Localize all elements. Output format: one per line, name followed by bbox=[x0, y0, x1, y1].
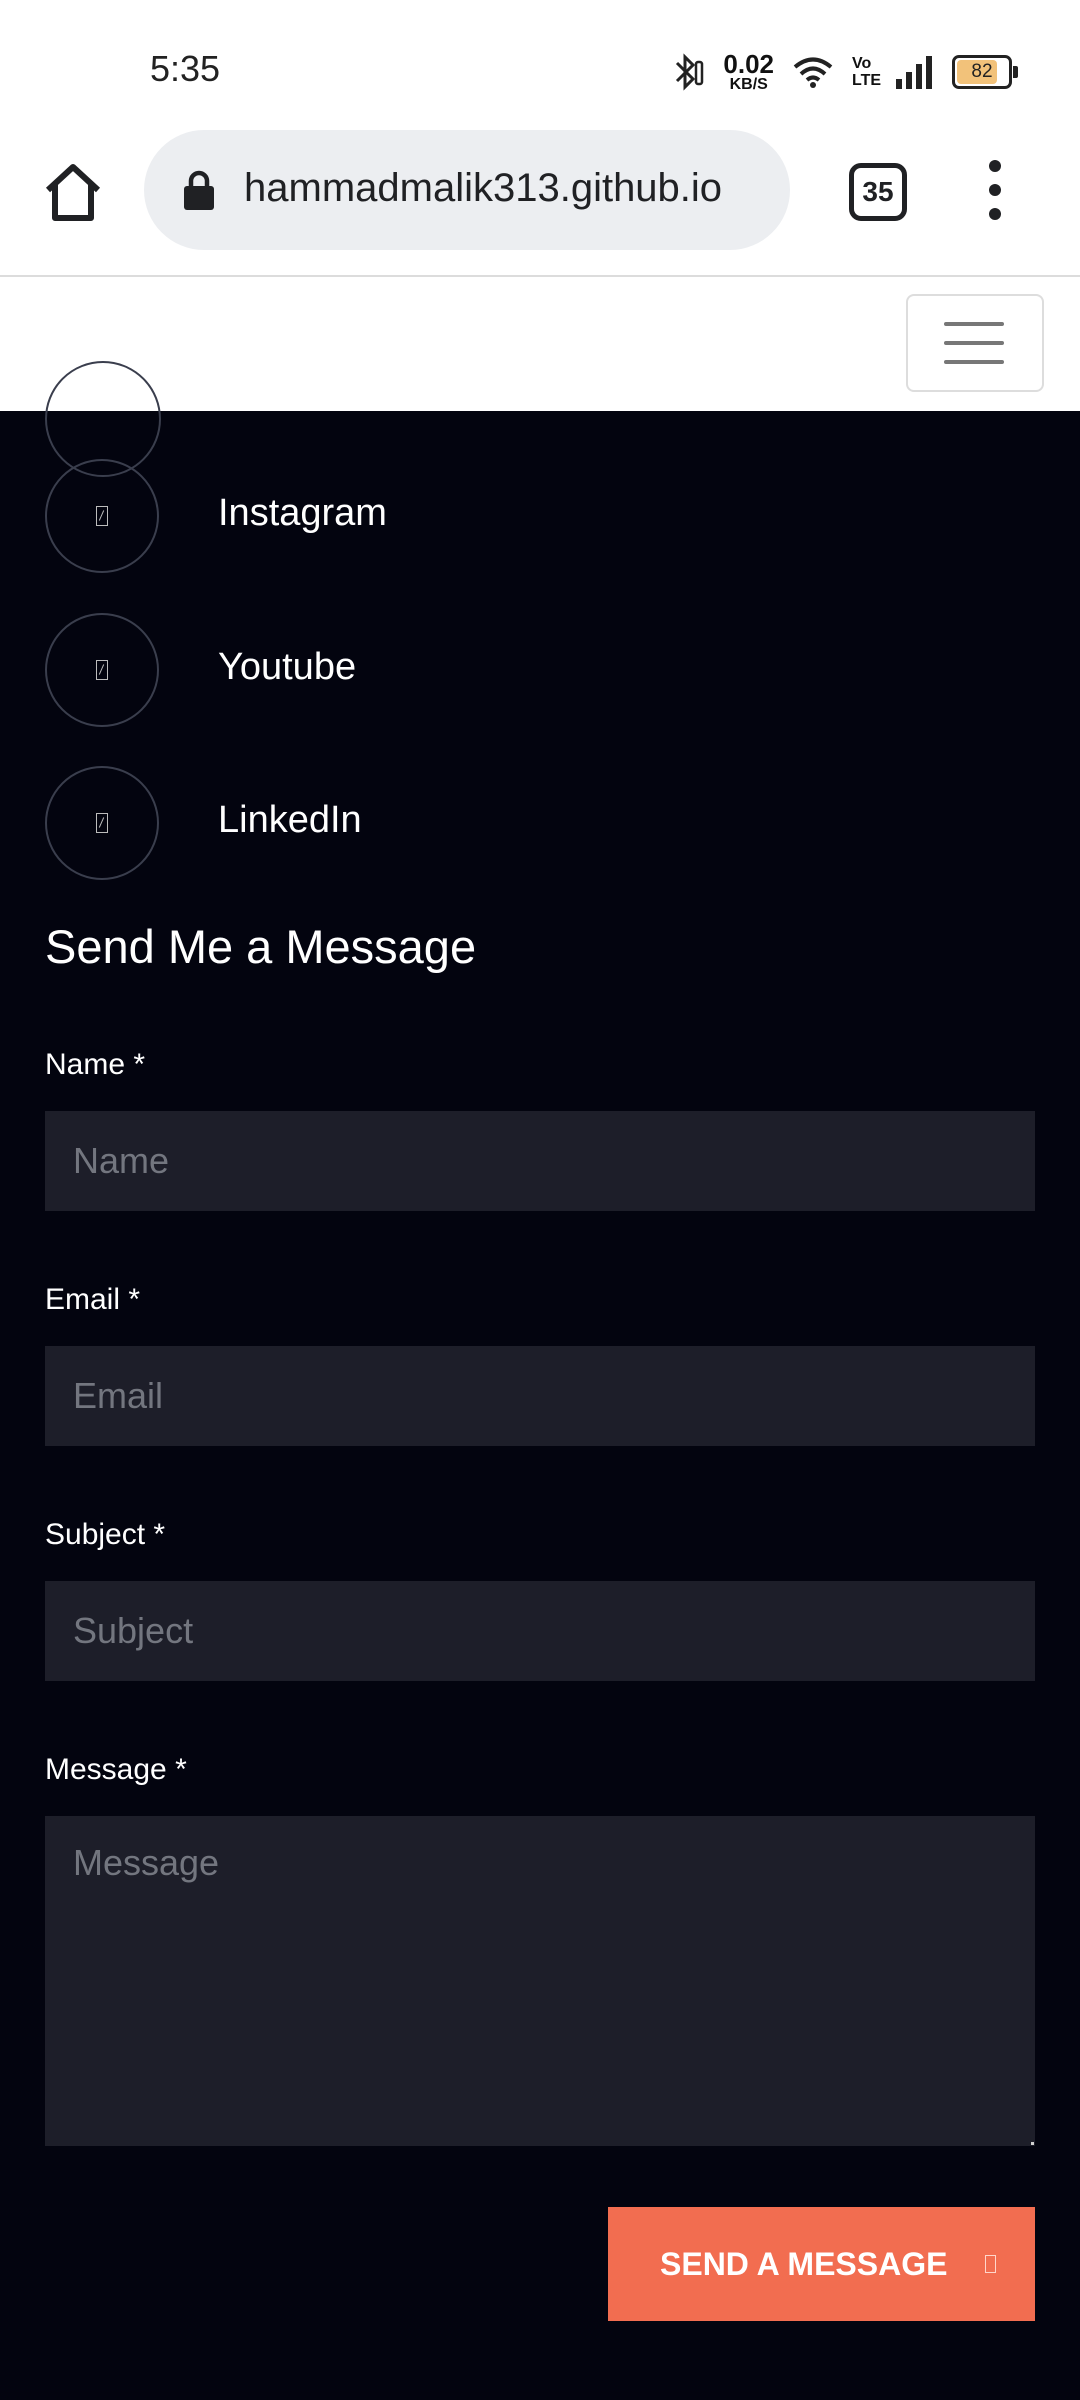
site-navbar bbox=[0, 277, 1080, 411]
missing-glyph-icon bbox=[96, 506, 108, 526]
browser-toolbar: hammadmalik313.github.io 35 bbox=[0, 130, 1080, 277]
missing-glyph-icon bbox=[96, 660, 108, 680]
form-title: Send Me a Message bbox=[45, 920, 477, 973]
wifi-icon bbox=[793, 57, 833, 88]
message-label: Message * bbox=[45, 1753, 187, 1786]
battery-cap bbox=[1013, 66, 1018, 78]
network-speed: 0.02 KB/S bbox=[723, 51, 774, 93]
menu-dot bbox=[989, 184, 1001, 196]
subject-input[interactable] bbox=[45, 1581, 1035, 1681]
instagram-icon[interactable] bbox=[45, 459, 159, 573]
tab-switcher-button[interactable]: 35 bbox=[849, 163, 907, 221]
status-time: 5:35 bbox=[150, 48, 221, 89]
social-label[interactable]: Youtube bbox=[218, 646, 356, 689]
battery-level: 82 bbox=[971, 61, 993, 82]
more-options-icon[interactable] bbox=[978, 160, 1012, 220]
send-arrow-icon bbox=[985, 2255, 997, 2273]
menu-dot bbox=[989, 208, 1001, 220]
textarea-resize-handle[interactable] bbox=[1031, 2142, 1034, 2145]
social-link-instagram[interactable]: Instagram bbox=[45, 459, 945, 573]
missing-glyph-icon bbox=[96, 813, 108, 833]
name-label: Name * bbox=[45, 1048, 146, 1081]
social-label[interactable]: Instagram bbox=[218, 492, 387, 535]
battery-indicator: 82 bbox=[952, 55, 1018, 89]
email-input[interactable] bbox=[45, 1346, 1035, 1446]
message-textarea[interactable] bbox=[45, 1816, 1035, 2146]
network-speed-unit: KB/S bbox=[729, 76, 768, 93]
hamburger-line bbox=[944, 360, 1004, 364]
status-icons: 0.02 KB/S Vo LTE 82 bbox=[671, 50, 1018, 94]
volte-bottom: LTE bbox=[852, 72, 882, 89]
signal-icon bbox=[896, 56, 932, 89]
volte-indicator: Vo LTE bbox=[852, 55, 882, 89]
social-link-linkedin[interactable]: LinkedIn bbox=[45, 766, 945, 880]
menu-dot bbox=[989, 160, 1001, 172]
linkedin-icon[interactable] bbox=[45, 766, 159, 880]
bluetooth-icon bbox=[676, 53, 704, 91]
hamburger-menu-button[interactable] bbox=[906, 294, 1044, 392]
send-message-label: SEND A MESSAGE bbox=[660, 2245, 948, 2282]
social-label[interactable]: LinkedIn bbox=[218, 799, 362, 842]
hamburger-line bbox=[944, 322, 1004, 326]
name-input[interactable] bbox=[45, 1111, 1035, 1211]
contact-section: Instagram Youtube LinkedIn Send Me a Mes… bbox=[0, 361, 1080, 2400]
volte-top: Vo bbox=[852, 55, 872, 72]
url-text[interactable]: hammadmalik313.github.io bbox=[244, 166, 774, 211]
lock-icon[interactable] bbox=[182, 170, 216, 210]
send-message-button[interactable]: SEND A MESSAGE bbox=[608, 2207, 1035, 2321]
social-link-youtube[interactable]: Youtube bbox=[45, 613, 945, 727]
network-speed-value: 0.02 bbox=[723, 49, 774, 79]
home-icon[interactable] bbox=[40, 160, 106, 226]
status-bar: 5:35 0.02 KB/S Vo LTE 82 bbox=[0, 0, 1080, 130]
email-label: Email * bbox=[45, 1283, 141, 1316]
hamburger-line bbox=[944, 341, 1004, 345]
youtube-icon[interactable] bbox=[45, 613, 159, 727]
subject-label: Subject * bbox=[45, 1518, 166, 1551]
address-bar[interactable]: hammadmalik313.github.io bbox=[144, 130, 790, 250]
